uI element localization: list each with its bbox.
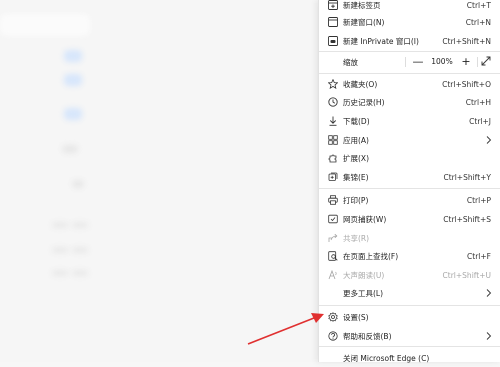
menu-item-label: 下载(D) xyxy=(343,116,370,126)
favorites-star-icon xyxy=(327,78,339,90)
new-tab-icon xyxy=(327,0,339,11)
menu-item-label: 网页捕获(W) xyxy=(343,214,387,224)
menu-separator xyxy=(319,51,500,52)
menu-separator xyxy=(319,188,500,189)
shortcut-label: Ctrl+Shift+O xyxy=(442,79,491,89)
blurred-element xyxy=(52,222,68,228)
menu-item-new-window[interactable]: 新建窗口(N) Ctrl+N xyxy=(319,13,500,31)
chevron-right-icon xyxy=(485,331,493,341)
history-clock-icon xyxy=(327,96,339,108)
shortcut-label: Ctrl+F xyxy=(467,251,491,261)
menu-item-close-edge[interactable]: 关闭 Microsoft Edge (C) xyxy=(319,349,500,367)
menu-item-downloads[interactable]: 下载(D) Ctrl+J xyxy=(319,112,500,130)
menu-item-settings[interactable]: 设置(S) xyxy=(319,308,500,326)
menu-item-label: 应用(A) xyxy=(343,135,369,145)
shortcut-label: Ctrl+T xyxy=(466,0,491,10)
menu-item-label: 收藏夹(O) xyxy=(343,79,378,89)
gear-icon xyxy=(327,311,339,323)
chevron-right-icon xyxy=(485,135,493,145)
menu-separator xyxy=(319,73,500,74)
blurred-search-bar xyxy=(0,14,90,36)
blurred-element xyxy=(72,180,84,188)
menu-item-label: 设置(S) xyxy=(343,312,369,322)
menu-item-label: 打印(P) xyxy=(343,195,369,205)
divider xyxy=(477,57,478,67)
menu-item-zoom: 缩放 — 100% + xyxy=(319,53,500,71)
zoom-level: 100% xyxy=(431,57,453,66)
menu-item-label: 更多工具(L) xyxy=(343,288,384,298)
zoom-in-button[interactable]: + xyxy=(459,55,473,69)
extensions-puzzle-icon xyxy=(327,152,339,164)
shortcut-label: Ctrl+J xyxy=(469,116,491,126)
blurred-element xyxy=(72,222,88,228)
download-icon xyxy=(327,115,339,127)
menu-item-label: 新建标签页 xyxy=(343,0,381,10)
read-aloud-icon xyxy=(327,269,339,281)
shortcut-label: Ctrl+P xyxy=(466,195,491,205)
menu-item-favorites[interactable]: 收藏夹(O) Ctrl+Shift+O xyxy=(319,75,500,93)
menu-item-label: 扩展(X) xyxy=(343,153,369,163)
background-page xyxy=(0,0,318,362)
help-question-icon xyxy=(327,330,339,342)
shortcut-label: Ctrl+H xyxy=(465,97,491,107)
blurred-element xyxy=(62,145,78,153)
menu-item-read-aloud[interactable]: 大声朗读(U) Ctrl+Shift+U xyxy=(319,266,500,284)
blurred-element xyxy=(52,247,68,253)
shortcut-label: Ctrl+N xyxy=(465,17,491,27)
menu-item-extensions[interactable]: 扩展(X) xyxy=(319,149,500,167)
blurred-element xyxy=(64,50,82,62)
printer-icon xyxy=(327,194,339,206)
menu-item-label: 历史记录(H) xyxy=(343,97,385,107)
menu-item-new-tab[interactable]: 新建标签页 Ctrl+T xyxy=(319,0,500,14)
menu-item-new-inprivate[interactable]: 新建 InPrivate 窗口(I) Ctrl+Shift+N xyxy=(319,32,500,50)
menu-item-share[interactable]: 共享(R) xyxy=(319,229,500,247)
shortcut-label: Ctrl+Shift+S xyxy=(443,214,491,224)
menu-item-print[interactable]: 打印(P) Ctrl+P xyxy=(319,191,500,209)
menu-item-label: 新建窗口(N) xyxy=(343,17,385,27)
menu-separator xyxy=(319,346,500,347)
menu-item-find-on-page[interactable]: 在页面上查找(F) Ctrl+F xyxy=(319,247,500,265)
blurred-element xyxy=(64,74,82,86)
menu-item-label: 集锦(E) xyxy=(343,172,369,182)
blurred-element xyxy=(72,270,88,276)
menu-item-history[interactable]: 历史记录(H) Ctrl+H xyxy=(319,93,500,111)
share-icon xyxy=(327,232,339,244)
menu-item-label: 大声朗读(U) xyxy=(343,270,385,280)
shortcut-label: Ctrl+Shift+Y xyxy=(443,172,491,182)
menu-item-help-feedback[interactable]: 帮助和反馈(B) xyxy=(319,327,500,345)
web-capture-icon xyxy=(327,213,339,225)
blurred-element xyxy=(64,108,82,120)
menu-item-apps[interactable]: 应用(A) xyxy=(319,131,500,149)
menu-item-label: 共享(R) xyxy=(343,233,370,243)
browser-settings-menu: 新建标签页 Ctrl+T 新建窗口(N) Ctrl+N 新建 InPrivate… xyxy=(318,0,500,363)
find-on-page-icon xyxy=(327,250,339,262)
chevron-right-icon xyxy=(485,288,493,298)
apps-grid-icon xyxy=(327,134,339,146)
blurred-element xyxy=(52,270,68,276)
menu-item-more-tools[interactable]: 更多工具(L) xyxy=(319,284,500,302)
menu-separator xyxy=(319,305,500,306)
menu-item-label: 在页面上查找(F) xyxy=(343,251,399,261)
blurred-element xyxy=(72,247,88,253)
new-window-icon xyxy=(327,16,339,28)
menu-item-collections[interactable]: 集锦(E) Ctrl+Shift+Y xyxy=(319,168,500,186)
divider xyxy=(405,57,406,67)
menu-item-label: 新建 InPrivate 窗口(I) xyxy=(343,36,419,46)
fullscreen-icon[interactable] xyxy=(481,56,493,68)
menu-item-label: 帮助和反馈(B) xyxy=(343,331,392,341)
zoom-out-button[interactable]: — xyxy=(411,55,425,69)
inprivate-icon xyxy=(327,35,339,47)
zoom-label: 缩放 xyxy=(343,57,358,67)
shortcut-label: Ctrl+Shift+N xyxy=(442,36,491,46)
shortcut-label: Ctrl+Shift+U xyxy=(442,270,491,280)
menu-item-web-capture[interactable]: 网页捕获(W) Ctrl+Shift+S xyxy=(319,210,500,228)
collections-icon xyxy=(327,171,339,183)
